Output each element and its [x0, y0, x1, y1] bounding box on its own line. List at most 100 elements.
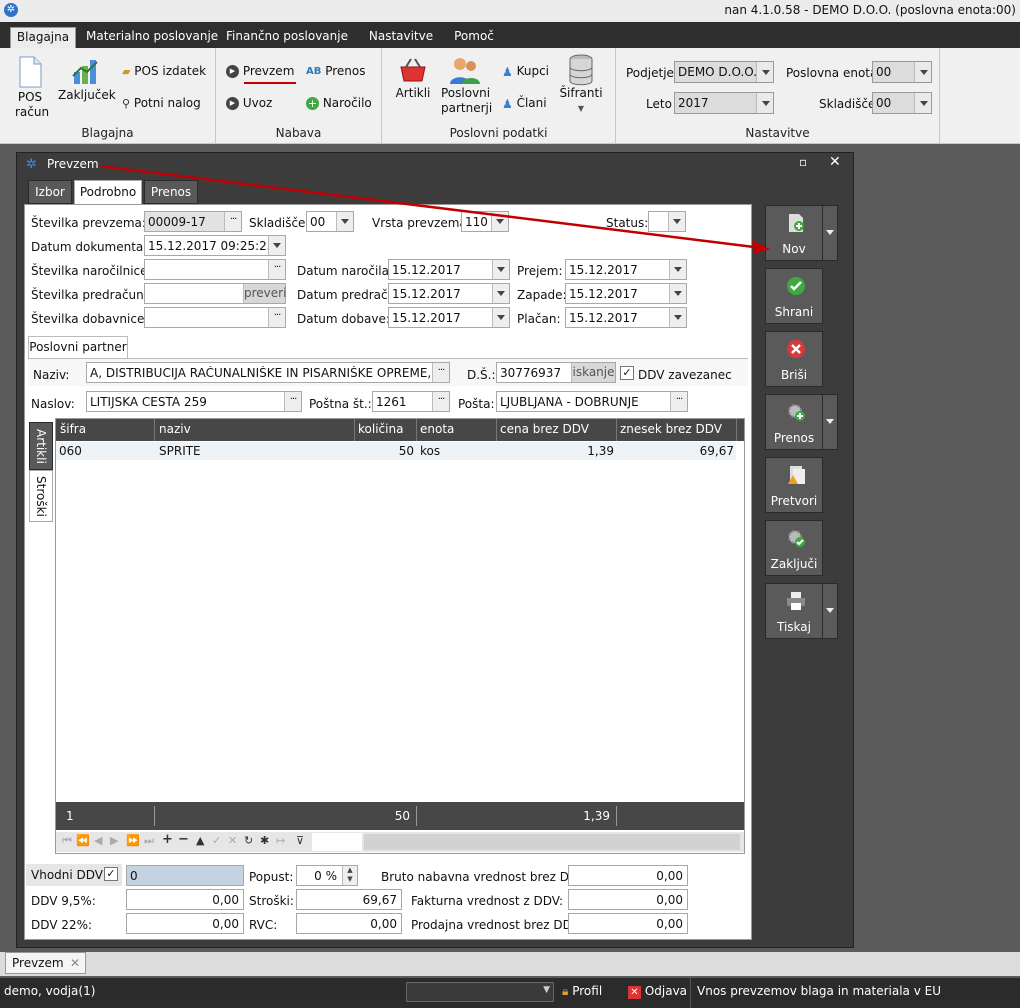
- last-page-icon[interactable]: ⏭: [144, 834, 154, 848]
- col-header-znesek[interactable]: znesek brez DDV: [620, 422, 722, 436]
- close-icon[interactable]: ✕: [70, 953, 80, 973]
- goto-bookmark-icon[interactable]: ↦: [276, 834, 285, 847]
- zapade-field[interactable]: 15.12.2017: [565, 283, 687, 304]
- popust-stepper[interactable]: 0 % ▲ ▼: [296, 865, 358, 886]
- col-header-kolicina[interactable]: količina: [358, 422, 403, 436]
- ellipsis-icon[interactable]: ···: [284, 392, 301, 411]
- potni-nalog-button[interactable]: ⚲ Potni nalog: [122, 95, 201, 112]
- tab-artikli[interactable]: Artikli: [29, 422, 53, 470]
- postna-st-field[interactable]: 1261 ···: [372, 391, 450, 412]
- prev-icon[interactable]: ◀: [94, 834, 102, 847]
- close-icon[interactable]: ✕: [829, 154, 841, 170]
- st-dobavnice-field[interactable]: ···: [144, 307, 286, 328]
- prenos-ribbon-button[interactable]: AB Prenos: [306, 63, 365, 80]
- shrani-button[interactable]: Shrani: [765, 268, 823, 324]
- datum-dokumenta-field[interactable]: 15.12.2017 09:25:25: [144, 235, 286, 256]
- poslovni-partnerji-button[interactable]: Poslovni partnerji: [438, 56, 492, 116]
- ds-field[interactable]: 30776937 iskanje: [496, 362, 616, 383]
- leto-select[interactable]: 2017: [674, 92, 774, 114]
- refresh-icon[interactable]: ↻: [244, 834, 253, 847]
- ellipsis-icon[interactable]: ···: [268, 308, 285, 327]
- app-icon[interactable]: ✲: [4, 3, 18, 17]
- menu-tab-materialno[interactable]: Materialno poslovanje: [86, 27, 218, 48]
- edit-icon[interactable]: ▲: [196, 834, 204, 847]
- narocilo-button[interactable]: + Naročilo: [306, 95, 372, 111]
- kupci-button[interactable]: ♟ Kupci: [502, 63, 549, 80]
- podjetje-select[interactable]: DEMO D.O.O.: [674, 61, 774, 83]
- stroski-field[interactable]: 69,67: [296, 889, 402, 910]
- artikli-button[interactable]: Artikli: [392, 56, 434, 101]
- col-header-cena[interactable]: cena brez DDV: [500, 422, 589, 436]
- placan-field[interactable]: 15.12.2017: [565, 307, 687, 328]
- nov-button[interactable]: Nov: [765, 205, 823, 261]
- navigator-search-input[interactable]: [312, 833, 362, 851]
- remove-row-icon[interactable]: −: [178, 832, 189, 847]
- prevzem-button[interactable]: ▶ Prevzem: [226, 63, 294, 79]
- odjava-button[interactable]: ✕ Odjava: [628, 984, 687, 999]
- prev-page-icon[interactable]: ⏪: [76, 834, 90, 847]
- ddv22-field[interactable]: 0,00: [126, 913, 244, 934]
- next-icon[interactable]: ▶: [110, 834, 118, 847]
- st-narocilnice-field[interactable]: ···: [144, 259, 286, 280]
- status-combo[interactable]: ▼: [406, 982, 554, 1002]
- poslovna-enota-select[interactable]: 00: [872, 61, 932, 83]
- ellipsis-icon[interactable]: ···: [432, 363, 449, 382]
- col-header-naziv[interactable]: naziv: [159, 422, 191, 436]
- confirm-icon[interactable]: ✓: [212, 834, 221, 847]
- ddv95-field[interactable]: 0,00: [126, 889, 244, 910]
- tab-izbor[interactable]: Izbor: [28, 180, 72, 204]
- tiskaj-dropdown[interactable]: [823, 583, 838, 639]
- vrsta-prevzema-select[interactable]: 110: [461, 211, 509, 232]
- prodajna-field[interactable]: 0,00: [568, 913, 688, 934]
- menu-tab-nastavitve[interactable]: Nastavitve: [364, 27, 438, 48]
- fakturna-field[interactable]: 0,00: [568, 889, 688, 910]
- cancel-icon[interactable]: ✕: [228, 834, 237, 847]
- pos-izdatek-button[interactable]: ▰ POS izdatek: [122, 63, 206, 80]
- naziv-field[interactable]: A, DISTRIBUCIJA RAČUNALNIŠKE IN PISARNIŠ…: [86, 362, 450, 383]
- bookmark-icon[interactable]: ✱: [260, 834, 269, 847]
- stevilka-prevzema-field[interactable]: 00009-17 ···: [144, 211, 242, 232]
- col-header-sifra[interactable]: šifra: [60, 422, 86, 436]
- pos-racun-button[interactable]: POS račun: [6, 56, 54, 120]
- status-select[interactable]: [648, 211, 686, 232]
- menu-tab-blagajna[interactable]: Blagajna: [10, 27, 76, 48]
- prenos-dropdown[interactable]: [823, 394, 838, 450]
- menu-tab-financno[interactable]: Finančno poslovanje: [222, 27, 352, 48]
- pretvori-button[interactable]: Pretvori: [765, 457, 823, 513]
- uvoz-button[interactable]: ▶ Uvoz: [226, 95, 272, 111]
- col-header-enota[interactable]: enota: [420, 422, 454, 436]
- filter-icon[interactable]: ⊽: [296, 834, 304, 847]
- datum-narocila-field[interactable]: 15.12.2017: [388, 259, 510, 280]
- naslov-field[interactable]: LITIJSKA CESTA 259 ···: [86, 391, 302, 412]
- sifranti-button[interactable]: Šifranti ▼: [556, 54, 606, 116]
- nov-dropdown[interactable]: [823, 205, 838, 261]
- datum-dobave-field[interactable]: 15.12.2017: [388, 307, 510, 328]
- zakljucek-button[interactable]: Zaključek: [58, 56, 116, 103]
- add-row-icon[interactable]: +: [162, 832, 173, 847]
- ellipsis-icon[interactable]: ···: [432, 392, 449, 411]
- clani-button[interactable]: ♟ Člani: [502, 95, 547, 112]
- rvc-field[interactable]: 0,00: [296, 913, 402, 934]
- ddv-zavezanec-checkbox[interactable]: ✓: [620, 366, 634, 380]
- prejem-field[interactable]: 15.12.2017: [565, 259, 687, 280]
- vhodni-ddv-field[interactable]: 0: [126, 865, 244, 886]
- tab-prenos[interactable]: Prenos: [144, 180, 198, 204]
- preveri-button[interactable]: preveri: [243, 284, 286, 303]
- zakljuci-button[interactable]: Zaključi: [765, 520, 823, 576]
- tab-stroski[interactable]: Stroški: [29, 470, 53, 522]
- posta-field[interactable]: LJUBLJANA - DOBRUNJE ···: [496, 391, 688, 412]
- spin-icon[interactable]: ▲ ▼: [342, 866, 357, 885]
- document-tab-prevzem[interactable]: Prevzem ✕: [5, 952, 86, 974]
- ellipsis-icon[interactable]: ···: [670, 392, 687, 411]
- vhodni-ddv-checkbox[interactable]: ✓: [104, 867, 118, 881]
- skladisce-form-select[interactable]: 00: [306, 211, 354, 232]
- profil-button[interactable]: 🔒︎ Profil: [562, 984, 602, 999]
- next-page-icon[interactable]: ⏩: [126, 834, 140, 847]
- maximize-icon[interactable]: ▫: [799, 155, 807, 169]
- horizontal-scrollbar[interactable]: [364, 834, 740, 850]
- ellipsis-icon[interactable]: ···: [224, 212, 241, 231]
- iskanje-button[interactable]: iskanje: [571, 363, 615, 382]
- menu-tab-pomoc[interactable]: Pomoč: [446, 27, 502, 48]
- tab-poslovni-partner[interactable]: Poslovni partner: [28, 336, 128, 358]
- brisi-button[interactable]: Briši: [765, 331, 823, 387]
